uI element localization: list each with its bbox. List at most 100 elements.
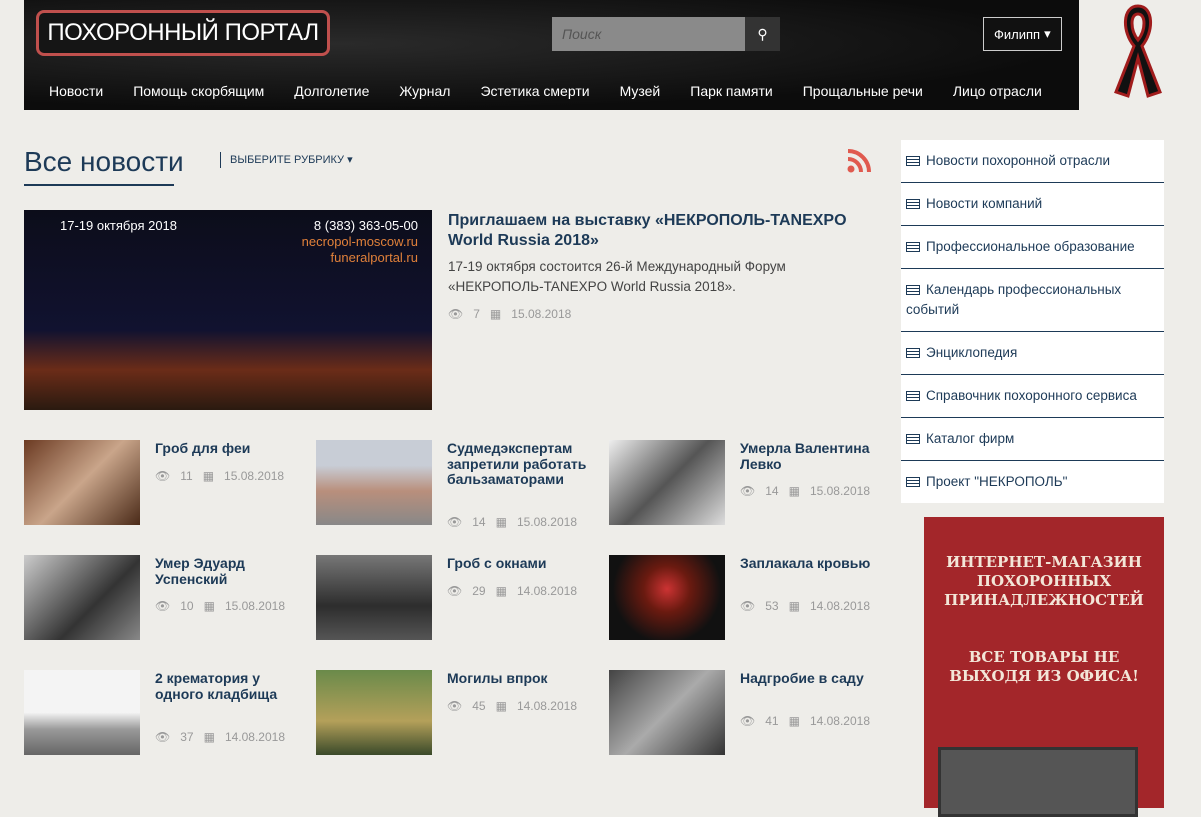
news-title[interactable]: Заплакала кровью (740, 555, 880, 572)
banner-line1: ИНТЕРНЕТ-МАГАЗИН ПОХОРОННЫХ ПРИНАДЛЕЖНОС… (944, 553, 1144, 609)
newspaper-icon (906, 199, 920, 209)
newspaper-icon (906, 434, 920, 444)
news-card[interactable]: Судмедэкспертам запретили работать бальз… (316, 440, 596, 530)
news-title[interactable]: Умер Эдуард Успенский (155, 555, 295, 587)
nav-item[interactable]: Помощь скорбящим (133, 83, 264, 99)
eye-icon: 👁 (448, 307, 464, 321)
newspaper-icon (906, 285, 920, 295)
newspaper-icon (906, 391, 920, 401)
date: 14.08.2018 (516, 583, 577, 598)
date: 15.08.2018 (511, 307, 572, 321)
user-name: Филипп (994, 26, 1041, 42)
nav-item[interactable]: Парк памяти (690, 83, 772, 99)
calendar-icon: ▦ (788, 484, 800, 498)
search-button[interactable]: ⚲ (745, 17, 780, 51)
sidebar-menu: Новости похоронной отрасли Новости компа… (901, 140, 1164, 503)
sidebar-item[interactable]: Профессиональное образование (901, 226, 1164, 269)
sidebar-item[interactable]: Справочник похоронного сервиса (901, 375, 1164, 418)
news-card[interactable]: Умерла Валентина Левко 👁 14 ▦ 15.08.2018 (609, 440, 889, 530)
nav-item[interactable]: Долголетие (294, 83, 369, 99)
news-thumbnail[interactable] (24, 670, 140, 755)
sidebar-label: Каталог фирм (926, 431, 1015, 446)
news-thumbnail[interactable] (609, 670, 725, 755)
news-meta: 👁 14 ▦ 15.08.2018 (447, 515, 577, 529)
news-meta: 👁 11 ▦ 15.08.2018 (155, 469, 284, 483)
sidebar-item[interactable]: Новости компаний (901, 183, 1164, 226)
nav-item[interactable]: Журнал (399, 83, 450, 99)
sidebar-item[interactable]: Проект "НЕКРОПОЛЬ" (901, 461, 1164, 503)
news-title[interactable]: Умерла Валентина Левко (740, 440, 880, 472)
views-count: 41 (765, 714, 779, 728)
news-meta: 👁 14 ▦ 15.08.2018 (740, 484, 870, 498)
title-underline (24, 184, 174, 186)
news-thumbnail[interactable] (316, 555, 432, 640)
news-title[interactable]: Гроб с окнами (447, 555, 587, 572)
site-logo[interactable]: ПОХОРОННЫЙ ПОРТАЛ (36, 10, 330, 56)
calendar-icon: ▦ (788, 714, 800, 728)
sidebar-item[interactable]: Новости похоронной отрасли (901, 140, 1164, 183)
sidebar-item[interactable]: Энциклопедия (901, 332, 1164, 375)
news-card[interactable]: 2 крематория у одного кладбища 👁 37 ▦ 14.08… (24, 670, 304, 760)
news-card[interactable]: Гроб для феи 👁 11 ▦ 15.08.2018 (24, 440, 304, 530)
news-thumbnail[interactable] (316, 440, 432, 525)
eye-icon: 👁 (155, 599, 171, 613)
header: ПОХОРОННЫЙ ПОРТАЛ ⚲ Филипп▾ Новости Помо… (24, 0, 1079, 110)
rss-icon[interactable] (846, 148, 872, 174)
nav-item[interactable]: Музей (620, 83, 661, 99)
image-site: funeralportal.ru (330, 250, 418, 265)
news-meta: 👁 45 ▦ 14.08.2018 (447, 699, 577, 713)
nav-item[interactable]: Лицо отрасли (953, 83, 1042, 99)
search-form: ⚲ (552, 17, 780, 51)
views-count: 45 (472, 698, 486, 713)
news-title[interactable]: Надгробие в саду (740, 670, 880, 687)
news-title[interactable]: Гроб для феи (155, 440, 295, 457)
calendar-icon: ▦ (495, 583, 507, 598)
sidebar-label: Новости компаний (926, 196, 1043, 211)
news-title[interactable]: Судмедэкспертам запретили работать бальз… (447, 440, 587, 488)
news-meta: 👁 29 ▦ 14.08.2018 (447, 584, 577, 598)
nav-item[interactable]: Прощальные речи (803, 83, 923, 99)
newspaper-icon (906, 156, 920, 166)
sidebar-item[interactable]: Каталог фирм (901, 418, 1164, 461)
date: 14.08.2018 (809, 599, 870, 613)
news-title[interactable]: 2 крематория у одного кладбища (155, 670, 295, 702)
nav-item[interactable]: Эстетика смерти (480, 83, 589, 99)
newspaper-icon (906, 477, 920, 487)
news-thumbnail[interactable] (316, 670, 432, 755)
laptop-image (938, 747, 1138, 817)
featured-title[interactable]: Приглашаем на выставку «НЕКРОПОЛЬ-TANEXP… (448, 211, 868, 251)
eye-icon: 👁 (155, 468, 171, 483)
news-card[interactable]: Заплакала кровью 👁 53 ▦ 14.08.2018 (609, 555, 889, 645)
news-card[interactable]: Умер Эдуард Успенский 👁 10 ▦ 15.08.2018 (24, 555, 304, 645)
news-card[interactable]: Надгробие в саду 👁 41 ▦ 14.08.2018 (609, 670, 889, 760)
featured-image[interactable]: 17-19 октября 2018 8 (383) 363-05-00 necr… (24, 210, 432, 410)
rubric-dropdown[interactable]: ВЫБЕРИТЕ РУБРИКУ ▾ (220, 152, 353, 168)
date: 15.08.2018 (224, 468, 285, 483)
views-count: 53 (765, 599, 779, 613)
news-thumbnail[interactable] (24, 440, 140, 525)
date: 15.08.2018 (809, 484, 870, 498)
eye-icon: 👁 (155, 729, 171, 744)
mourning-ribbon-icon (1114, 4, 1162, 98)
banner-line2: ВСЕ ТОВАРЫ НЕ ВЫХОДЯ ИЗ ОФИСА! (949, 648, 1139, 685)
sidebar-label: Профессиональное образование (926, 239, 1135, 254)
newspaper-icon (906, 242, 920, 252)
news-thumbnail[interactable] (24, 555, 140, 640)
news-card[interactable]: Гроб с окнами 👁 29 ▦ 14.08.2018 (316, 555, 596, 645)
news-meta: 👁 10 ▦ 15.08.2018 (155, 599, 285, 613)
news-card[interactable]: Могилы впрок 👁 45 ▦ 14.08.2018 (316, 670, 596, 760)
sidebar-item[interactable]: Календарь профессиональных событий (901, 269, 1164, 332)
calendar-icon: ▦ (202, 468, 215, 483)
news-title[interactable]: Могилы впрок (447, 670, 587, 687)
news-thumbnail[interactable] (609, 555, 725, 640)
news-thumbnail[interactable] (609, 440, 725, 525)
search-input[interactable] (552, 17, 745, 51)
date: 14.08.2018 (809, 714, 870, 728)
sidebar-label: Календарь профессиональных событий (906, 282, 1122, 317)
views-count: 37 (180, 729, 194, 744)
nav-item[interactable]: Новости (49, 83, 103, 99)
shop-banner[interactable]: ИНТЕРНЕТ-МАГАЗИН ПОХОРОННЫХ ПРИНАДЛЕЖНОС… (924, 517, 1164, 817)
date: 15.08.2018 (224, 599, 285, 613)
user-menu[interactable]: Филипп ▾ (983, 17, 1062, 51)
date: 14.08.2018 (224, 729, 285, 744)
